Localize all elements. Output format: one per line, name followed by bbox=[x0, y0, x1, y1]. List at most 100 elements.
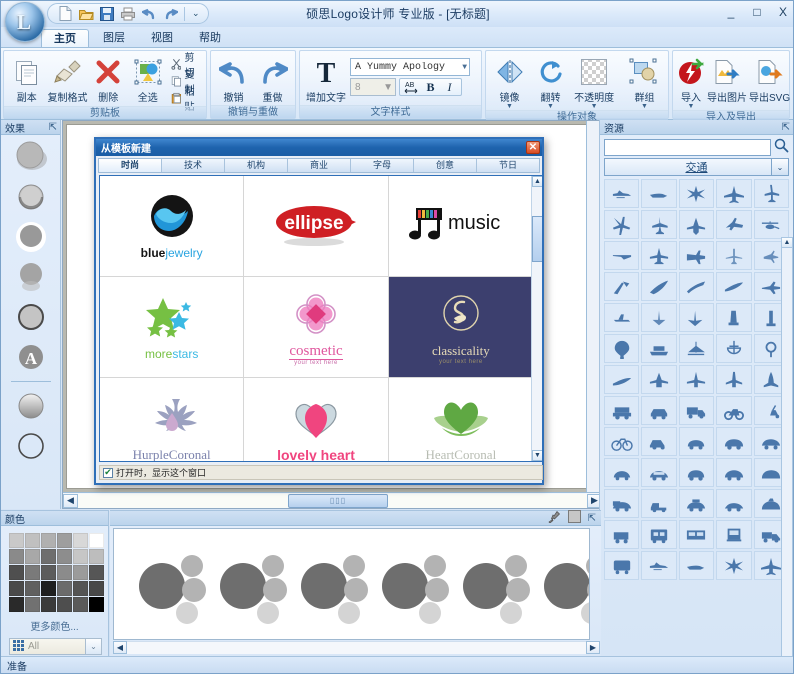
style-scroll-track[interactable] bbox=[127, 640, 586, 654]
format-painter-button[interactable]: 复制格式 bbox=[48, 54, 88, 104]
resource-scrollbar[interactable]: ▲ bbox=[781, 237, 793, 673]
effect-none[interactable] bbox=[11, 430, 51, 462]
color-swatch[interactable] bbox=[41, 549, 56, 564]
letter-spacing-button[interactable]: AB bbox=[403, 79, 420, 95]
template-item[interactable]: HeartCoronal bbox=[388, 378, 533, 461]
effect-glow[interactable] bbox=[11, 221, 51, 253]
motorcycle-icon[interactable] bbox=[716, 396, 752, 425]
bus-side-icon[interactable] bbox=[641, 520, 677, 549]
import-button[interactable]: 导入 ▼ bbox=[677, 54, 705, 110]
plane-jet-up-icon[interactable] bbox=[716, 365, 752, 394]
plane-swept-wing-icon[interactable] bbox=[604, 210, 640, 239]
style-swatch-strip[interactable] bbox=[113, 528, 590, 640]
tab-help[interactable]: 帮助 bbox=[187, 29, 233, 48]
truck-box-icon[interactable] bbox=[678, 396, 715, 425]
car-suv-icon[interactable] bbox=[641, 458, 677, 487]
search-input[interactable] bbox=[604, 138, 771, 156]
style-swatch[interactable] bbox=[294, 540, 372, 629]
tab-home[interactable]: 主页 bbox=[41, 29, 89, 48]
show-on-startup-checkbox[interactable]: ✔ bbox=[103, 467, 113, 478]
color-swatch[interactable] bbox=[25, 581, 40, 596]
template-item[interactable]: ellipse bbox=[244, 176, 389, 277]
save-icon[interactable] bbox=[98, 5, 116, 22]
application-menu-orb[interactable]: L bbox=[5, 2, 45, 42]
plane-jet-side-icon[interactable] bbox=[641, 179, 677, 208]
template-item[interactable]: HurpleCoronal bbox=[100, 378, 245, 461]
select-all-button[interactable]: 全选 bbox=[129, 54, 167, 104]
scroll-left-icon[interactable]: ◀ bbox=[113, 640, 127, 654]
scroll-left-icon[interactable]: ◀ bbox=[63, 493, 78, 508]
plane-biplane-icon[interactable] bbox=[641, 241, 677, 270]
color-swatch[interactable] bbox=[9, 549, 24, 564]
paste-button[interactable]: 粘贴 bbox=[169, 87, 202, 113]
car-police-icon[interactable] bbox=[716, 551, 752, 580]
template-scroll-thumb[interactable] bbox=[532, 216, 542, 262]
plane-fighter-jet-icon[interactable] bbox=[641, 210, 677, 239]
color-filter-combo[interactable]: All ⌄ bbox=[9, 638, 102, 655]
effect-drop-shadow[interactable] bbox=[11, 141, 51, 173]
template-item[interactable]: classicality your text here bbox=[388, 277, 533, 378]
car-racing-icon[interactable] bbox=[716, 489, 752, 518]
car-mini-icon[interactable] bbox=[604, 458, 640, 487]
pin-icon[interactable]: ⇱ bbox=[588, 513, 596, 524]
eyedropper-icon[interactable] bbox=[548, 510, 561, 526]
color-swatch[interactable] bbox=[57, 565, 72, 580]
dialog-tab-business[interactable]: 商业 bbox=[288, 159, 351, 172]
ship-cruise-icon[interactable] bbox=[641, 334, 677, 363]
color-swatch[interactable] bbox=[25, 533, 40, 548]
bus-double-icon[interactable] bbox=[678, 551, 715, 580]
scroll-up-icon[interactable]: ▲ bbox=[532, 176, 542, 187]
color-swatch[interactable] bbox=[25, 597, 40, 612]
tab-view[interactable]: 视图 bbox=[139, 29, 185, 48]
color-swatch[interactable] bbox=[9, 533, 24, 548]
new-document-icon[interactable] bbox=[56, 5, 74, 22]
color-swatch[interactable] bbox=[73, 565, 88, 580]
sailboat-two-icon[interactable] bbox=[678, 334, 715, 363]
color-swatch[interactable] bbox=[9, 597, 24, 612]
template-item[interactable]: music bbox=[388, 176, 533, 277]
plane-swoosh-icon[interactable] bbox=[716, 272, 752, 301]
color-swatch-icon[interactable] bbox=[567, 510, 581, 526]
dialog-tab-letters[interactable]: 字母 bbox=[351, 159, 414, 172]
plane-loop-trail-icon[interactable] bbox=[641, 272, 677, 301]
chevron-down-icon[interactable]: ⌄ bbox=[771, 159, 788, 175]
more-colors-link[interactable]: 更多颜色... bbox=[1, 618, 108, 633]
italic-button[interactable]: I bbox=[441, 79, 458, 95]
car-front-icon[interactable] bbox=[604, 396, 640, 425]
template-item[interactable]: bluejewelry bbox=[100, 176, 245, 277]
train-front-icon[interactable] bbox=[678, 520, 715, 549]
duplicate-button[interactable]: 副本 bbox=[8, 54, 46, 104]
effect-gradient-fill[interactable] bbox=[11, 390, 51, 422]
color-swatch[interactable] bbox=[41, 533, 56, 548]
style-swatch[interactable] bbox=[456, 540, 534, 629]
dialog-tab-technology[interactable]: 技术 bbox=[162, 159, 225, 172]
scroll-down-icon[interactable]: ▼ bbox=[532, 450, 542, 461]
font-size-combo[interactable]: 8 ▼ bbox=[350, 78, 396, 96]
plane-jet-climb-icon[interactable] bbox=[604, 272, 640, 301]
style-swatch[interactable] bbox=[537, 540, 589, 629]
bicycle-icon[interactable] bbox=[604, 427, 640, 456]
style-swatch[interactable] bbox=[213, 540, 291, 629]
plane-propeller-icon[interactable] bbox=[716, 241, 752, 270]
car-convertible-icon[interactable] bbox=[678, 489, 715, 518]
template-item[interactable]: cosmetic your text here bbox=[244, 277, 389, 378]
chevron-down-icon[interactable]: ⌄ bbox=[85, 639, 101, 654]
effect-stroke[interactable] bbox=[11, 301, 51, 333]
group-button[interactable]: 群组 ▼ bbox=[625, 54, 664, 110]
search-icon[interactable] bbox=[774, 138, 789, 156]
effect-inner-shadow[interactable] bbox=[11, 181, 51, 213]
plane-landing-icon[interactable] bbox=[604, 365, 640, 394]
boat-sailboat-icon[interactable] bbox=[678, 303, 715, 332]
color-swatch[interactable] bbox=[9, 565, 24, 580]
color-swatch[interactable] bbox=[25, 565, 40, 580]
color-swatch[interactable] bbox=[57, 597, 72, 612]
style-swatch[interactable] bbox=[132, 540, 210, 629]
color-swatch[interactable] bbox=[57, 581, 72, 596]
plane-delta-jet-icon[interactable] bbox=[678, 210, 715, 239]
template-grid-scrollbar[interactable]: ▲ ▼ bbox=[531, 176, 542, 461]
undo-icon[interactable] bbox=[140, 5, 158, 22]
color-swatch[interactable] bbox=[41, 597, 56, 612]
lighthouse-icon[interactable] bbox=[716, 303, 752, 332]
bold-button[interactable]: B bbox=[422, 79, 439, 95]
close-button[interactable]: X bbox=[775, 4, 791, 20]
